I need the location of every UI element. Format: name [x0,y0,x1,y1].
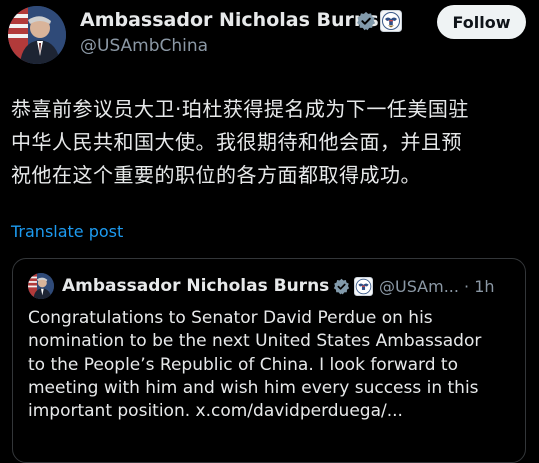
post-text-line: 祝他在这个重要的职位的各方面都取得成功。 [11,163,421,187]
author-handle[interactable]: @USAmbChina [80,36,208,56]
quoted-author-avatar[interactable] [28,273,54,299]
translate-post-link[interactable]: Translate post [11,222,123,241]
quoted-text-line: nomination to be the next United States … [28,331,482,352]
avatar-photo-icon [28,273,54,299]
post-text-line: 恭喜前参议员大卫·珀杜获得提名成为下一任美国驻 [11,97,469,121]
follow-button[interactable]: Follow [437,5,526,39]
verified-badge-icon[interactable] [356,11,376,31]
quoted-text-line: meeting with him and wish him every succ… [28,377,479,398]
quoted-post-text: Congratulations to Senator David Perdue … [28,307,520,423]
quoted-text-line: Congratulations to Senator David Perdue … [28,308,433,328]
quoted-post-meta: @USAm... · 1h [379,277,495,296]
state-department-seal-icon[interactable] [380,10,402,32]
quoted-author-handle[interactable]: @USAm... [379,277,459,296]
post-text: 恭喜前参议员大卫·珀杜获得提名成为下一任美国驻 中华人民共和国大使。我很期待和他… [11,93,531,192]
post-text-line: 中华人民共和国大使。我很期待和他会面，并且预 [11,130,462,154]
quoted-author-name[interactable]: Ambassador Nicholas Burns [62,276,329,296]
verified-badge-icon[interactable] [333,278,350,295]
quoted-post-card[interactable]: Ambassador Nicholas Burns @USAm... · 1h … [12,258,526,463]
avatar-photo-icon [8,6,66,64]
state-department-seal-icon[interactable] [354,277,373,296]
meta-separator: · [464,277,470,296]
quoted-text-line: to the People’s Republic of China. I loo… [28,354,458,375]
quoted-text-line: important position. x.com/davidperduega/… [28,401,403,422]
author-avatar[interactable] [8,6,66,64]
quoted-post-time[interactable]: 1h [474,277,494,296]
author-name[interactable]: Ambassador Nicholas Burns [80,9,379,31]
